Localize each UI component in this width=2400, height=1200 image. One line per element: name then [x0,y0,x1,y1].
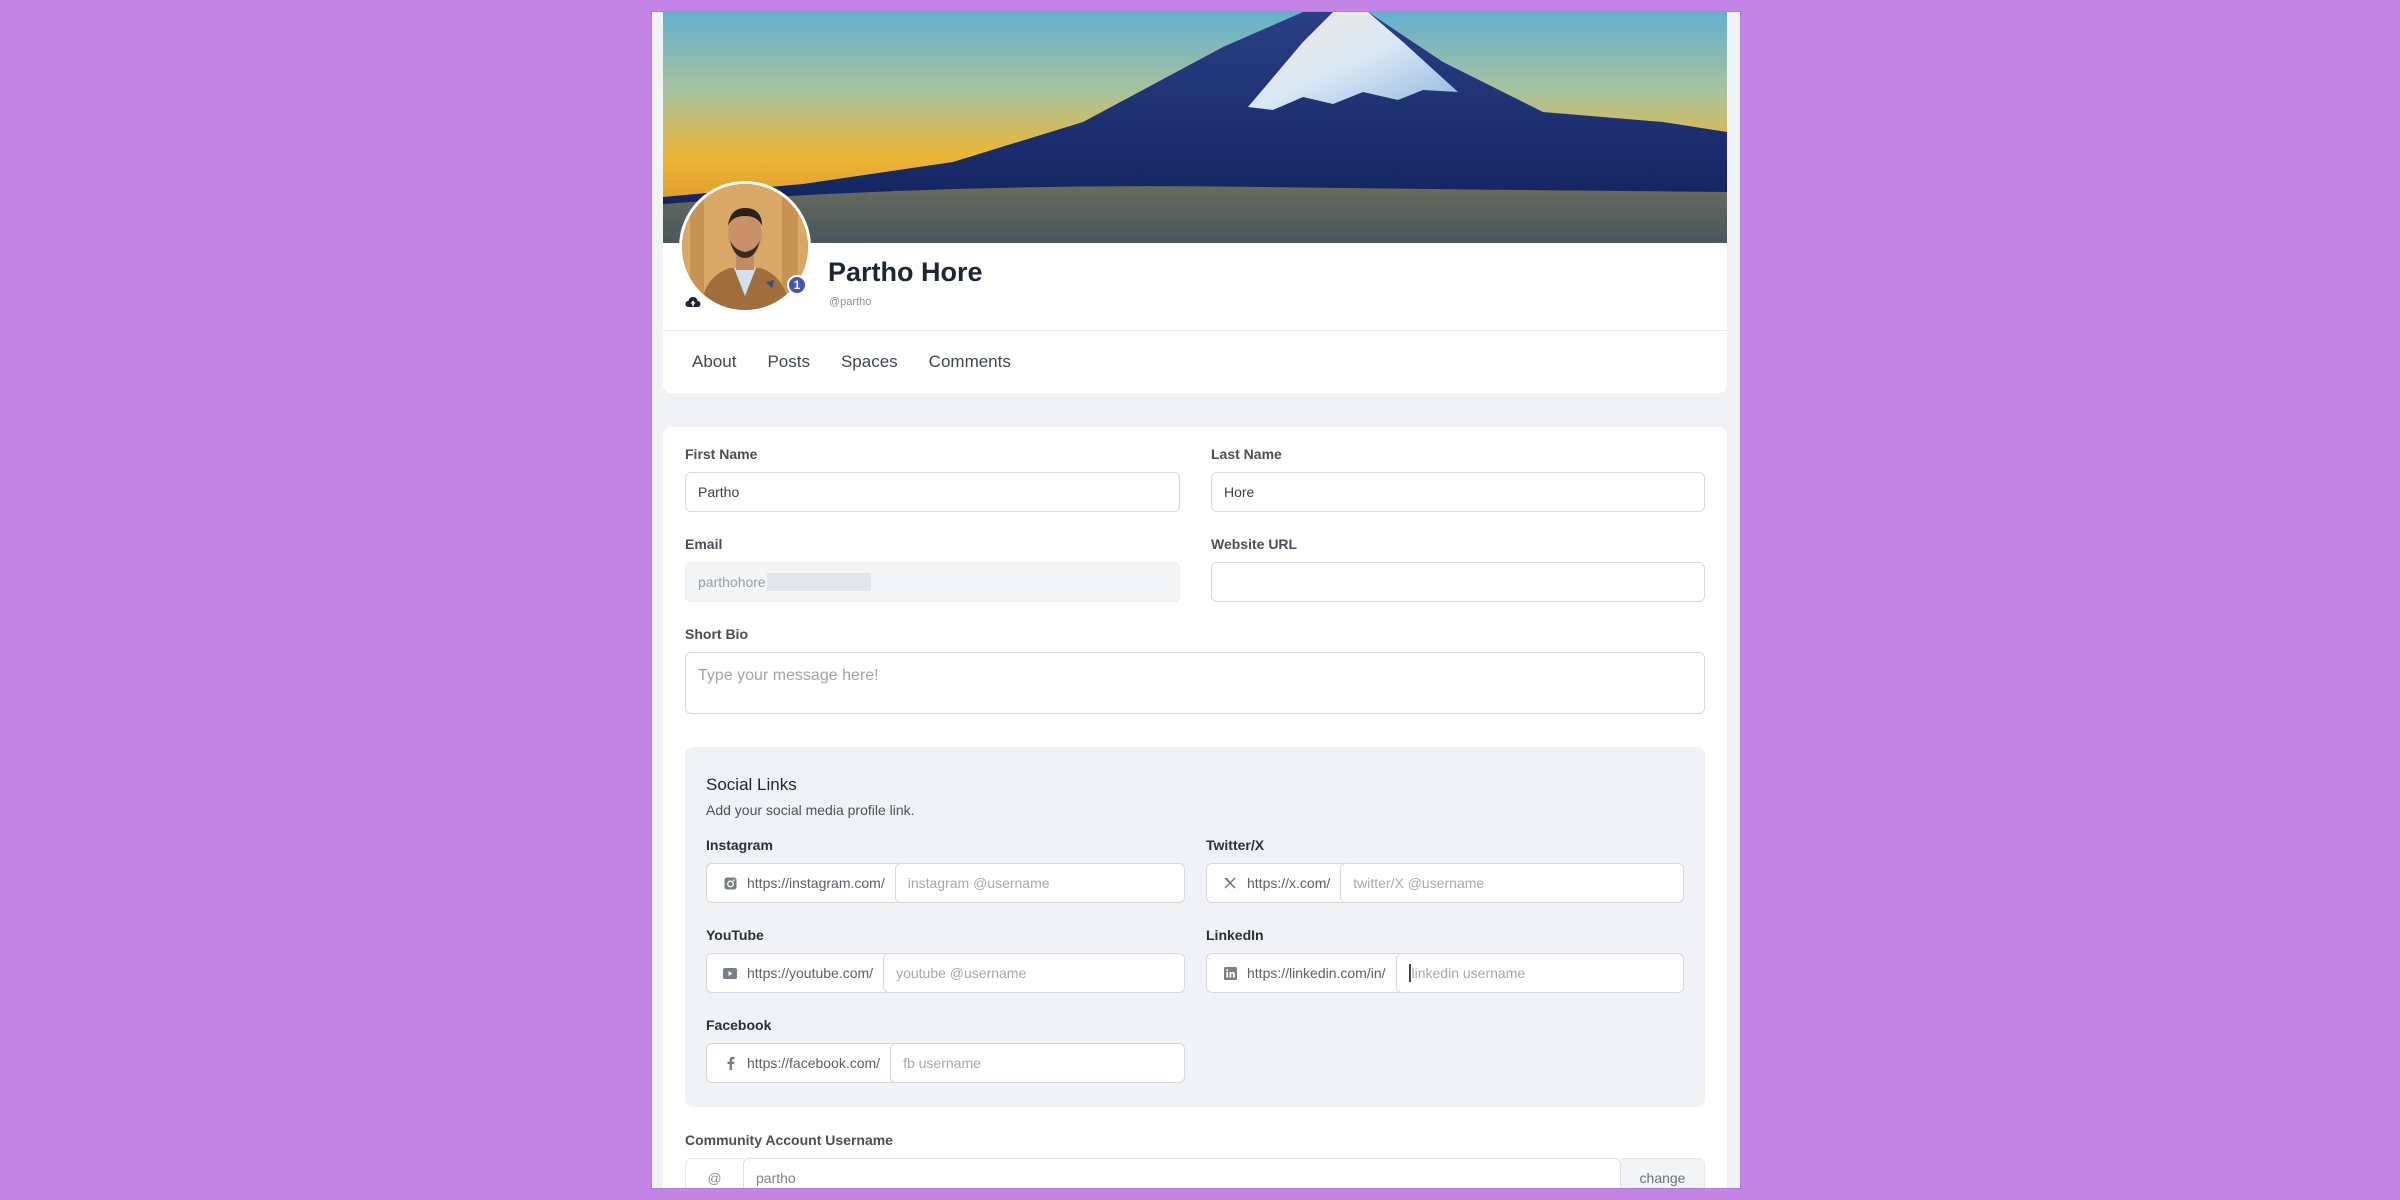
tab-spaces[interactable]: Spaces [841,352,898,372]
last-name-value: Hore [1224,484,1255,500]
last-name-label: Last Name [1211,446,1282,462]
instagram-icon [723,876,737,890]
redacted-block [766,573,871,591]
text-cursor [1408,964,1411,982]
facebook-placeholder: fb username [903,1055,981,1071]
social-links-section: Social Links Add your social media profi… [685,747,1705,1107]
instagram-label: Instagram [706,837,773,853]
linkedin-icon [1223,966,1237,980]
twitter-field: https://x.com/ twitter/X @username [1206,863,1684,903]
browser-page: 1 Partho Hore @partho About Posts Spaces… [652,12,1740,1188]
tab-posts[interactable]: Posts [767,352,810,372]
facebook-prefix-text: https://facebook.com/ [747,1055,881,1071]
instagram-field: https://instagram.com/ instagram @userna… [706,863,1185,903]
facebook-input[interactable]: fb username [890,1043,1185,1083]
short-bio-placeholder: Type your message here! [698,667,879,684]
last-name-input[interactable]: Hore [1211,472,1705,512]
twitter-placeholder: twitter/X @username [1353,875,1485,891]
facebook-icon [723,1056,737,1070]
youtube-icon [723,966,737,980]
youtube-field: https://youtube.com/ youtube @username [706,953,1185,993]
social-links-subtitle: Add your social media profile link. [706,802,915,818]
twitter-label: Twitter/X [1206,837,1265,853]
linkedin-field: https://linkedin.com/in/ linkedin userna… [1206,953,1684,993]
linkedin-prefix-text: https://linkedin.com/in/ [1247,965,1386,981]
instagram-prefix: https://instagram.com/ [706,863,899,903]
first-name-input[interactable]: Partho [685,472,1180,512]
cloud-upload-icon[interactable] [685,295,701,309]
email-input: parthohore [685,562,1180,602]
social-links-title: Social Links [706,775,797,794]
linkedin-placeholder: linkedin username [1411,965,1526,981]
linkedin-label: LinkedIn [1206,927,1264,943]
first-name-label: First Name [685,446,758,462]
page-content: 1 Partho Hore @partho About Posts Spaces… [663,12,1727,1188]
youtube-input[interactable]: youtube @username [883,953,1185,993]
twitter-prefix: https://x.com/ [1206,863,1345,903]
first-name-value: Partho [698,484,740,500]
facebook-field: https://facebook.com/ fb username [706,1043,1185,1083]
tab-comments[interactable]: Comments [929,352,1011,372]
community-username-field: @ partho change [685,1158,1705,1188]
community-username-value: partho [756,1170,796,1186]
change-username-button[interactable]: change [1621,1158,1705,1188]
x-icon [1223,876,1237,890]
profile-handle: @partho [829,296,872,308]
notification-badge: 1 [787,275,807,295]
website-url-input[interactable] [1211,562,1705,602]
website-url-label: Website URL [1211,536,1298,552]
instagram-placeholder: instagram @username [907,875,1050,891]
profile-header-card: 1 Partho Hore @partho About Posts Spaces… [663,12,1727,393]
cover-image [663,12,1727,243]
short-bio-textarea[interactable]: Type your message here! [685,652,1705,714]
instagram-input[interactable]: instagram @username [894,863,1185,903]
email-label: Email [685,536,723,552]
youtube-prefix: https://youtube.com/ [706,953,888,993]
short-bio-label: Short Bio [685,626,748,642]
twitter-prefix-text: https://x.com/ [1247,875,1331,891]
community-username-label: Community Account Username [685,1132,893,1148]
facebook-label: Facebook [706,1017,772,1033]
profile-form-card: First Name Partho Last Name Hore Email p… [663,427,1727,1188]
youtube-placeholder: youtube @username [896,965,1027,981]
at-prefix: @ [685,1158,743,1188]
youtube-label: YouTube [706,927,764,943]
facebook-prefix: https://facebook.com/ [706,1043,895,1083]
tab-about[interactable]: About [692,352,736,372]
community-username-input[interactable]: partho [743,1158,1621,1188]
linkedin-input[interactable]: linkedin username [1395,953,1684,993]
twitter-input[interactable]: twitter/X @username [1340,863,1684,903]
profile-tabs: About Posts Spaces Comments [692,352,1042,372]
email-value: parthohore [698,574,766,590]
youtube-prefix-text: https://youtube.com/ [747,965,874,981]
linkedin-prefix: https://linkedin.com/in/ [1206,953,1400,993]
profile-name: Partho Hore [828,257,983,287]
header-divider [663,330,1727,331]
instagram-prefix-text: https://instagram.com/ [747,875,885,891]
